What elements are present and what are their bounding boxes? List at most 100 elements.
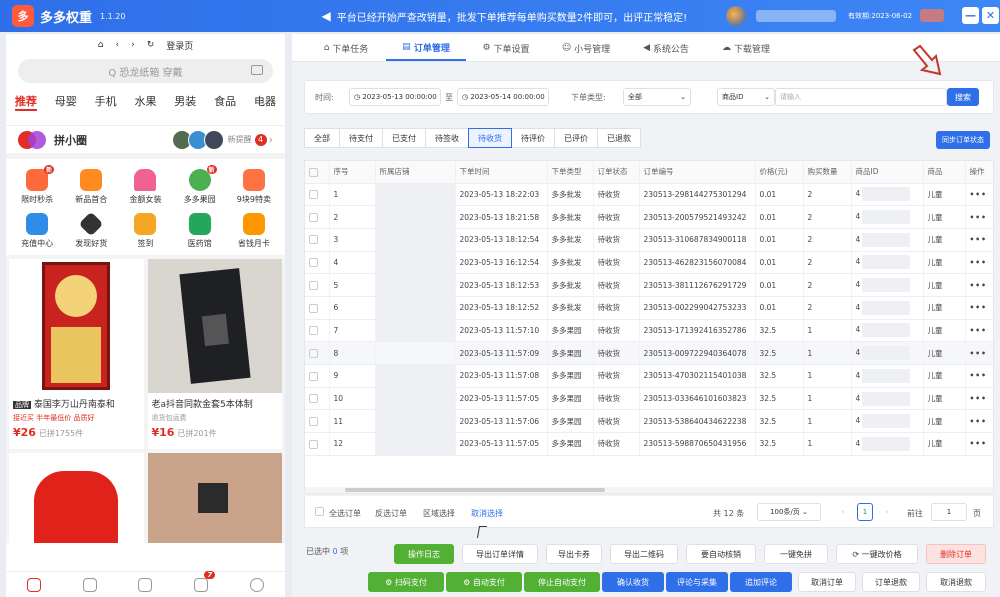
table-row[interactable]: 7 2023-05-13 11:57:10 多多果园 待收货 230513-171392… bbox=[305, 319, 993, 343]
status-tab-to-review[interactable]: 待评价 bbox=[511, 128, 555, 148]
row-checkbox[interactable] bbox=[309, 439, 318, 449]
horizontal-scrollbar[interactable] bbox=[305, 487, 993, 493]
camera-icon[interactable] bbox=[251, 65, 263, 75]
row-checkbox[interactable] bbox=[309, 326, 318, 336]
close-button[interactable]: ✕ bbox=[982, 7, 999, 24]
tab-order-settings[interactable]: ⚙ 下单设置 bbox=[466, 35, 546, 61]
feature-item[interactable]: 9块9特卖 bbox=[227, 169, 281, 205]
row-checkbox[interactable] bbox=[309, 371, 318, 381]
more-actions-icon[interactable]: ••• bbox=[965, 387, 993, 411]
status-tab-refunded[interactable]: 已退款 bbox=[597, 128, 641, 148]
goto-page-input[interactable]: 1 bbox=[931, 503, 967, 521]
cancel-refund-button[interactable]: 取消退款 bbox=[926, 572, 986, 592]
more-actions-icon[interactable]: ••• bbox=[965, 409, 993, 434]
keyword-input[interactable]: 请输入 bbox=[775, 88, 947, 106]
row-checkbox[interactable] bbox=[309, 235, 318, 245]
feature-item[interactable]: 新品首合 bbox=[64, 169, 118, 205]
field-select[interactable]: 商品ID ⌄ bbox=[717, 88, 775, 106]
chat-tab-icon[interactable]: 7 bbox=[194, 570, 216, 592]
scan-pay-button[interactable]: ⚙ 扫码支付 bbox=[368, 572, 444, 592]
invert-selection[interactable]: 反选订单 bbox=[375, 508, 407, 519]
sync-order-status-button[interactable]: 同步订单状态 bbox=[936, 131, 990, 149]
export-order-details-button[interactable]: 导出订单详情 bbox=[462, 544, 538, 564]
page-size-select[interactable]: 100条/页 ⌄ bbox=[757, 503, 821, 521]
status-tab-to-sign[interactable]: 待签收 bbox=[425, 128, 469, 148]
select-all-checkbox[interactable] bbox=[309, 167, 318, 177]
range-selection[interactable]: 区域选择 bbox=[423, 508, 455, 519]
tab-order-management[interactable]: ▤ 订单管理 bbox=[386, 35, 466, 61]
tab-account-management[interactable]: ☺ 小号管理 bbox=[546, 35, 626, 61]
table-row[interactable]: 12 2023-05-13 11:57:05 多多果园 待收货 230513-59887… bbox=[305, 432, 993, 456]
category-tab[interactable]: 水果 bbox=[134, 93, 156, 111]
login-page-link[interactable]: 登录页 bbox=[166, 39, 193, 52]
row-checkbox[interactable] bbox=[309, 280, 318, 290]
table-row[interactable]: 9 2023-05-13 11:57:08 多多果园 待收货 230513-470302… bbox=[305, 364, 993, 388]
more-actions-icon[interactable]: ••• bbox=[965, 183, 993, 207]
product-card[interactable]: 品牌 泰国李万山丹南泰和 接近买 半年最低价 品质好 ¥26 已拼1755件 bbox=[9, 259, 144, 449]
row-checkbox[interactable] bbox=[309, 416, 318, 426]
tab-order-task[interactable]: ⌂ 下单任务 bbox=[306, 35, 386, 61]
table-row[interactable]: 1 2023-05-13 18:22:03 多多批发 待收货 230513-298144… bbox=[305, 183, 993, 207]
more-actions-icon[interactable]: ••• bbox=[965, 341, 993, 365]
more-actions-icon[interactable]: ••• bbox=[965, 205, 993, 229]
category-tab[interactable]: 推荐 bbox=[14, 93, 37, 111]
auto-pay-button[interactable]: ⚙ 自动支付 bbox=[446, 572, 522, 592]
video-tab-icon[interactable] bbox=[82, 577, 97, 592]
row-checkbox[interactable] bbox=[309, 190, 318, 200]
more-actions-icon[interactable]: ••• bbox=[965, 364, 993, 388]
more-actions-icon[interactable]: ••• bbox=[965, 228, 993, 252]
back-icon[interactable]: ‹ bbox=[115, 40, 119, 50]
table-row[interactable]: 4 2023-05-13 16:12:54 多多批发 待收货 230513-462823… bbox=[305, 251, 993, 275]
home-tab-icon[interactable] bbox=[26, 577, 41, 592]
end-time-input[interactable]: ◷ 2023-05-14 00:00:00 bbox=[457, 88, 549, 106]
select-all-orders-checkbox[interactable] bbox=[315, 507, 324, 516]
confirm-receipt-button[interactable]: 确认收货 bbox=[602, 572, 664, 592]
row-checkbox[interactable] bbox=[309, 258, 318, 268]
more-actions-icon[interactable]: ••• bbox=[965, 432, 993, 456]
operation-log-button[interactable]: 操作日志 bbox=[394, 544, 454, 564]
cancel-order-button[interactable]: 取消订单 bbox=[798, 572, 856, 592]
select-all-orders[interactable]: 全选订单 bbox=[329, 508, 361, 519]
more-actions-icon[interactable]: ••• bbox=[965, 319, 993, 343]
feature-item[interactable]: 新多多果园 bbox=[173, 165, 227, 205]
category-tab-icon[interactable] bbox=[138, 577, 153, 592]
feature-item[interactable]: 充值中心 bbox=[10, 213, 64, 249]
forward-icon[interactable]: › bbox=[131, 40, 135, 50]
row-checkbox[interactable] bbox=[309, 303, 318, 313]
tab-download[interactable]: ☁ 下载管理 bbox=[706, 35, 786, 61]
pinxiaoquan-bar[interactable]: 拼小圈 新提醒 4 › bbox=[6, 125, 285, 159]
more-actions-icon[interactable]: ••• bbox=[965, 273, 993, 297]
start-time-input[interactable]: ◷ 2023-05-13 00:00:00 bbox=[349, 88, 441, 106]
export-coupon-button[interactable]: 导出卡券 bbox=[546, 544, 602, 564]
profile-tab-icon[interactable] bbox=[250, 577, 265, 592]
prev-page-button[interactable]: ‹ bbox=[835, 503, 851, 521]
row-checkbox[interactable] bbox=[309, 348, 318, 358]
row-checkbox[interactable] bbox=[309, 394, 318, 404]
table-row[interactable]: 3 2023-05-13 18:12:54 多多批发 待收货 230513-310687… bbox=[305, 228, 993, 252]
one-click-change-price-button[interactable]: ⟳ 一键改价格 bbox=[836, 544, 918, 564]
feature-item[interactable]: 医药馆 bbox=[173, 213, 227, 249]
next-page-button[interactable]: › bbox=[879, 503, 895, 521]
delete-order-button[interactable]: 删除订单 bbox=[926, 544, 986, 564]
cancel-selection[interactable]: 取消选择 bbox=[471, 508, 503, 519]
user-avatar[interactable] bbox=[726, 6, 746, 26]
table-row[interactable]: 10 2023-05-13 11:57:05 多多果园 待收货 230513-03364… bbox=[305, 387, 993, 411]
stop-auto-pay-button[interactable]: 停止自动支付 bbox=[524, 572, 600, 592]
more-actions-icon[interactable]: ••• bbox=[965, 251, 993, 275]
export-qrcode-button[interactable]: 导出二维码 bbox=[610, 544, 678, 564]
home-icon[interactable]: ⌂ bbox=[98, 40, 104, 50]
append-review-button[interactable]: 追加评论 bbox=[730, 572, 792, 592]
status-tab-reviewed[interactable]: 已评价 bbox=[554, 128, 598, 148]
product-card[interactable] bbox=[147, 453, 282, 543]
feature-item[interactable]: 新限时秒杀 bbox=[10, 165, 64, 205]
product-card[interactable]: 老a抖音同款金套5本体制 退货包运费 ¥16 已拼201件 bbox=[147, 259, 282, 449]
refresh-icon[interactable]: ↻ bbox=[147, 40, 155, 50]
status-tab-to-receive[interactable]: 待收货 bbox=[468, 128, 512, 148]
page-1-button[interactable]: 1 bbox=[857, 503, 873, 521]
category-tab[interactable]: 手机 bbox=[95, 93, 117, 111]
feature-item[interactable]: 省钱月卡 bbox=[227, 213, 281, 249]
product-card[interactable] bbox=[9, 453, 144, 543]
auto-verify-button[interactable]: 要自动核销 bbox=[686, 544, 756, 564]
feature-item[interactable]: 发现好货 bbox=[64, 211, 118, 249]
product-search-bar[interactable]: Q 恐龙纸箱 穿戴 bbox=[18, 59, 273, 83]
